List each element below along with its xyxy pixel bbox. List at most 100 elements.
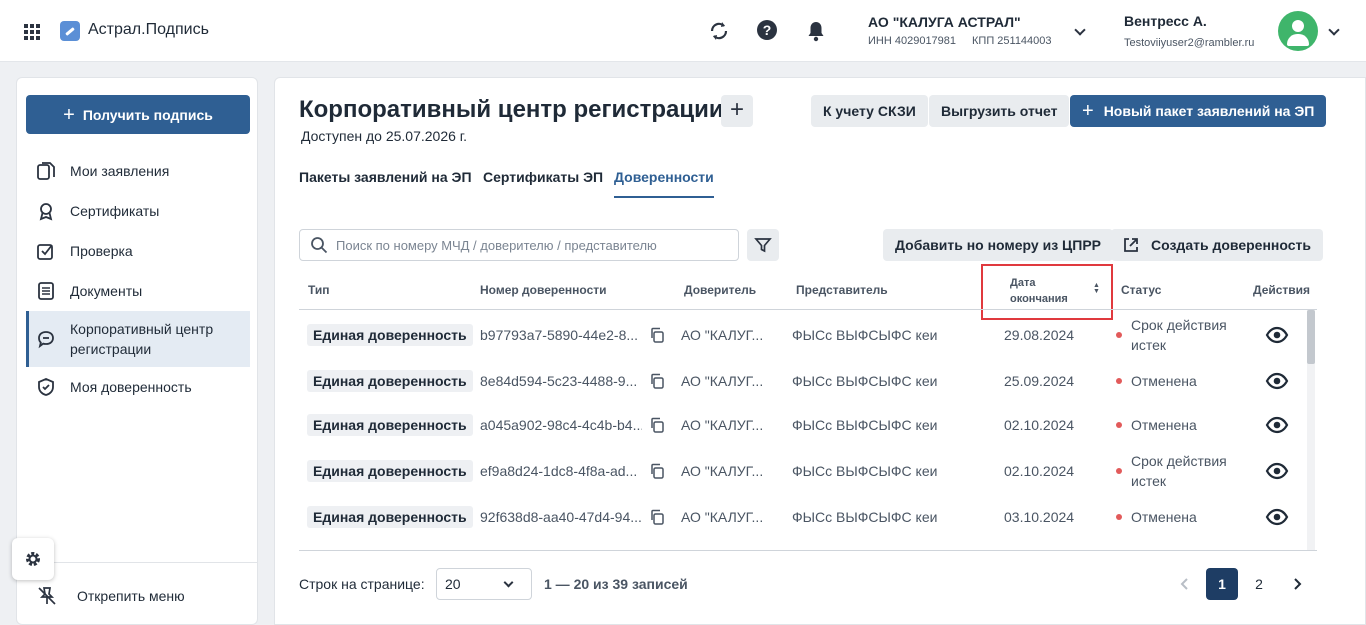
copy-icon[interactable]	[649, 327, 665, 343]
tab-certificates[interactable]: Сертификаты ЭП	[483, 169, 603, 185]
chevron-down-icon	[503, 577, 514, 588]
avatar[interactable]	[1278, 11, 1318, 51]
poa-status: Отменена	[1116, 494, 1256, 540]
view-eye-icon[interactable]	[1265, 414, 1289, 436]
status-text: Срок действия истек	[1131, 453, 1227, 489]
search-field[interactable]	[299, 229, 739, 261]
poa-type: Единая доверенность	[307, 460, 473, 482]
poa-number: a045a902-98c4-4c4b-b4...	[480, 417, 642, 433]
app-logo-icon	[60, 21, 80, 41]
user-name[interactable]: Вентресс А.	[1124, 13, 1207, 29]
prev-page-button[interactable]	[1169, 568, 1201, 600]
sidebar-item-label: Мои заявления	[70, 163, 170, 179]
sidebar-item-corporate-center[interactable]: Корпоративный центр регистрации	[26, 311, 250, 367]
records-range: 1 — 20 из 39 записей	[544, 576, 688, 592]
bell-icon[interactable]	[806, 20, 828, 42]
status-dot-icon	[1116, 378, 1122, 384]
sidebar-item-my-applications[interactable]: Мои заявления	[26, 151, 250, 191]
add-by-cprr-button[interactable]: Добавить но номеру из ЦПРР	[883, 229, 1114, 261]
tab-poa[interactable]: Доверенности	[614, 169, 714, 198]
poa-status: Срок действия истек	[1116, 312, 1256, 358]
view-eye-icon[interactable]	[1265, 506, 1289, 528]
award-icon	[39, 203, 53, 221]
poa-end-date: 25.09.2024	[1004, 373, 1075, 389]
poa-number: 8e84d594-5c23-4488-9...	[480, 373, 638, 389]
sidebar-item-certificates[interactable]: Сертификаты	[26, 191, 250, 231]
table-row[interactable]: Единая доверенность 92f638d8-aa40-47d4-9…	[299, 494, 1309, 540]
app-title[interactable]: Астрал.Подпись	[88, 21, 209, 39]
poa-end-date: 02.10.2024	[1004, 417, 1075, 433]
column-header-end-date[interactable]: Дата окончания	[1010, 275, 1068, 307]
filter-button[interactable]	[747, 229, 779, 261]
page-button-1[interactable]: 1	[1206, 568, 1238, 600]
poa-principal: АО "КАЛУГ...	[681, 373, 764, 389]
column-header-number[interactable]: Номер доверенности	[480, 283, 607, 297]
sidebar-item-label: Корпоративный центр регистрации	[70, 321, 214, 357]
tab-packages[interactable]: Пакеты заявлений на ЭП	[299, 169, 472, 185]
column-header-end-date-line2: окончания	[1010, 293, 1068, 305]
skzi-accounting-button[interactable]: К учету СКЗИ	[811, 95, 928, 127]
sidebar-item-documents[interactable]: Документы	[26, 271, 250, 311]
check-square-icon	[37, 244, 53, 260]
shield-check-icon	[38, 378, 54, 396]
copy-icon[interactable]	[649, 463, 665, 479]
org-name[interactable]: АО "КАЛУГА АСТРАЛ"	[868, 14, 1021, 30]
table-bottom-divider	[299, 550, 1317, 551]
status-dot-icon	[1116, 514, 1122, 520]
unpin-menu-button[interactable]: Открепить меню	[37, 586, 185, 606]
poa-principal: АО "КАЛУГ...	[681, 509, 764, 525]
sidebar-item-label: Моя доверенность	[70, 379, 192, 395]
column-header-representative[interactable]: Представитель	[796, 283, 888, 297]
export-report-button[interactable]: Выгрузить отчет	[929, 95, 1070, 127]
table-row[interactable]: Единая доверенность ef9a8d24-1dc8-4f8a-a…	[299, 448, 1309, 494]
settings-button[interactable]	[12, 538, 54, 580]
table-row[interactable]: Единая доверенность a045a902-98c4-4c4b-b…	[299, 402, 1309, 448]
view-eye-icon[interactable]	[1265, 460, 1289, 482]
user-email: Testoviiyuser2@rambler.ru	[1124, 37, 1255, 49]
get-signature-button[interactable]: + Получить подпись	[26, 95, 250, 134]
status-text: Отменена	[1131, 509, 1197, 525]
view-eye-icon[interactable]	[1265, 324, 1289, 346]
user-chevron-down-icon[interactable]	[1328, 24, 1340, 36]
sort-arrows-icon[interactable]: ▲ ▼	[1093, 282, 1100, 295]
org-chevron-down-icon[interactable]	[1074, 24, 1086, 36]
table-scrollbar-thumb[interactable]	[1307, 310, 1315, 364]
column-header-type[interactable]: Тип	[308, 283, 330, 297]
table-row[interactable]: Единая доверенность 8e84d594-5c23-4488-9…	[299, 358, 1309, 404]
poa-end-date: 03.10.2024	[1004, 509, 1075, 525]
gear-icon	[26, 552, 40, 566]
poa-representative: ФЫСс ВЫФСЫФС кеи	[792, 417, 938, 433]
rows-per-page-value: 20	[445, 576, 461, 592]
rows-per-page-label: Строк на странице:	[299, 576, 425, 592]
refresh-icon[interactable]	[708, 20, 730, 42]
chat-icon	[38, 331, 54, 349]
poa-principal: АО "КАЛУГ...	[681, 463, 764, 479]
rows-per-page-select[interactable]: 20	[436, 568, 532, 600]
get-signature-label: Получить подпись	[82, 106, 213, 123]
copy-icon[interactable]	[649, 509, 665, 525]
poa-number: b97793a7-5890-44e2-8...	[480, 327, 639, 343]
copy-icon[interactable]	[649, 373, 665, 389]
next-page-button[interactable]	[1281, 568, 1313, 600]
apps-grid-icon[interactable]	[24, 24, 40, 40]
create-poa-button[interactable]: Создать доверенность	[1111, 229, 1323, 261]
poa-type: Единая доверенность	[307, 506, 473, 528]
column-header-status[interactable]: Статус	[1121, 283, 1161, 297]
page-button-2[interactable]: 2	[1243, 568, 1275, 600]
view-eye-icon[interactable]	[1265, 370, 1289, 392]
table-row[interactable]: Единая доверенность b97793a7-5890-44e2-8…	[299, 312, 1309, 358]
sidebar-item-check[interactable]: Проверка	[26, 231, 250, 271]
help-icon[interactable]: ?	[757, 20, 779, 42]
search-input[interactable]	[336, 237, 716, 253]
sidebar-item-my-poa[interactable]: Моя доверенность	[26, 367, 250, 407]
files-icon	[37, 162, 55, 180]
add-center-button[interactable]: +	[721, 95, 753, 127]
poa-representative: ФЫСс ВЫФСЫФС кеи	[792, 509, 938, 525]
column-header-principal[interactable]: Доверитель	[684, 283, 756, 297]
column-header-actions: Действия	[1253, 283, 1311, 297]
poa-principal: АО "КАЛУГ...	[681, 417, 764, 433]
filter-icon	[754, 238, 772, 253]
poa-number: 92f638d8-aa40-47d4-94...	[480, 509, 642, 525]
new-package-button[interactable]: + Новый пакет заявлений на ЭП	[1070, 95, 1327, 127]
copy-icon[interactable]	[649, 417, 665, 433]
